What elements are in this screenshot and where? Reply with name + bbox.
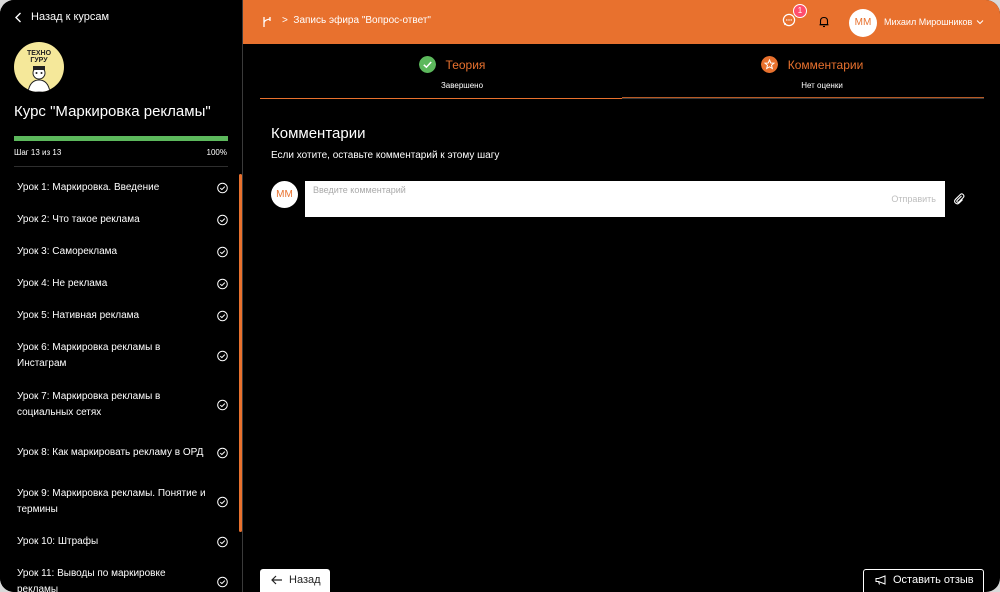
back-button[interactable]: Назад xyxy=(260,569,330,592)
lesson-label: Урок 9: Маркировка рекламы. Понятие и те… xyxy=(17,487,206,515)
lesson-item[interactable]: Урок 4: Не реклама xyxy=(0,268,240,300)
user-name: Михаил Мирошников xyxy=(884,17,973,27)
lesson-label: Урок 8: Как маркировать рекламу в ОРД xyxy=(17,447,204,458)
check-circle-icon xyxy=(217,496,228,507)
lesson-label: Урок 10: Штрафы xyxy=(17,536,99,547)
lesson-label: Урок 5: Нативная реклама xyxy=(17,310,140,321)
check-circle-icon xyxy=(217,310,228,322)
check-circle-icon xyxy=(418,56,436,73)
tab-theory[interactable]: Теория Завершено xyxy=(272,56,632,90)
breadcrumb-current: Запись эфира "Вопрос-ответ" xyxy=(293,15,431,26)
check-circle-icon xyxy=(217,182,228,194)
notification-badge: 1 xyxy=(793,4,807,18)
lesson-label: Урок 7: Маркировка рекламы в социальных … xyxy=(17,390,161,418)
chevron-down-icon xyxy=(976,20,984,25)
tab-comments[interactable]: Комментарии Нет оценки xyxy=(632,56,992,90)
breadcrumb-separator: > xyxy=(282,15,288,26)
lesson-item[interactable]: Урок 2: Что такое реклама xyxy=(0,204,240,236)
breadcrumb[interactable]: > Запись эфира "Вопрос-ответ" xyxy=(282,15,431,26)
send-button[interactable]: Отправить xyxy=(891,194,936,204)
comment-avatar: ММ xyxy=(271,181,298,208)
comments-subtitle: Если хотите, оставьте комментарий к этом… xyxy=(271,150,500,161)
tab-underline-comments xyxy=(622,97,984,98)
svg-text:ТЕХНО: ТЕХНО xyxy=(27,50,52,57)
svg-text:ГУРУ: ГУРУ xyxy=(30,57,48,64)
progress-percent-text: 100% xyxy=(206,148,227,157)
lesson-item[interactable]: Урок 3: Самореклама xyxy=(0,236,240,268)
lesson-label: Урок 11: Выводы по маркировке рекламы xyxy=(17,568,166,592)
chevron-left-icon xyxy=(15,12,21,22)
lesson-item[interactable]: Урок 1: Маркировка. Введение xyxy=(0,172,240,204)
comment-box: Отправить xyxy=(305,181,945,217)
comment-input[interactable] xyxy=(313,185,873,195)
lesson-label: Урок 1: Маркировка. Введение xyxy=(17,182,160,193)
user-avatar[interactable]: ММ xyxy=(849,9,877,37)
check-circle-icon xyxy=(217,350,228,362)
star-circle-icon xyxy=(760,56,778,73)
megaphone-icon xyxy=(875,575,886,585)
back-to-courses-label: Назад к курсам xyxy=(31,11,110,23)
tab-comments-label: Комментарии xyxy=(787,57,864,72)
lesson-item[interactable]: Урок 8: Как маркировать рекламу в ОРД xyxy=(0,429,240,477)
course-title: Курс "Маркировка рекламы" xyxy=(14,103,211,120)
check-circle-icon xyxy=(217,536,228,548)
sidebar: Назад к курсам ТЕХНО ГУРУ Курс "Маркиров… xyxy=(0,0,243,592)
course-logo: ТЕХНО ГУРУ xyxy=(14,42,64,92)
tab-theory-label: Теория xyxy=(445,57,486,72)
lesson-item[interactable]: Урок 10: Штрафы xyxy=(0,526,240,558)
leave-review-label: Оставить отзыв xyxy=(893,574,974,586)
lesson-label: Урок 6: Маркировка рекламы в Инстаграм xyxy=(17,342,161,369)
lesson-item[interactable]: Урок 6: Маркировка рекламы в Инстаграм xyxy=(0,332,240,380)
bell-icon[interactable] xyxy=(818,15,830,28)
lesson-list: Урок 1: Маркировка. Введение Урок 2: Что… xyxy=(0,172,240,592)
check-circle-icon xyxy=(217,278,228,290)
branch-icon xyxy=(263,17,271,27)
progress-step-text: Шаг 13 из 13 xyxy=(14,148,62,157)
lesson-label: Урок 2: Что такое реклама xyxy=(17,214,140,225)
check-circle-icon xyxy=(217,576,228,588)
check-circle-icon xyxy=(217,399,228,410)
app-frame: Назад к курсам ТЕХНО ГУРУ Курс "Маркиров… xyxy=(0,0,1000,592)
lesson-item[interactable]: Урок 9: Маркировка рекламы. Понятие и те… xyxy=(0,477,240,526)
tab-theory-status: Завершено xyxy=(440,81,484,90)
top-bar: > Запись эфира "Вопрос-ответ" 1 ММ Михаи… xyxy=(243,0,1000,44)
paperclip-icon[interactable] xyxy=(953,192,965,205)
tab-underline-theory xyxy=(260,98,622,99)
user-menu[interactable]: Михаил Мирошников xyxy=(884,17,984,27)
comments-title: Комментарии xyxy=(271,125,366,142)
course-progress-bar xyxy=(14,136,228,141)
course-progress-fill xyxy=(14,136,228,141)
check-circle-icon xyxy=(217,447,228,459)
back-button-label: Назад xyxy=(289,574,321,586)
lesson-item[interactable]: Урок 5: Нативная реклама xyxy=(0,300,240,332)
sidebar-divider xyxy=(14,166,228,167)
leave-review-button[interactable]: Оставить отзыв xyxy=(863,569,984,592)
lesson-item[interactable]: Урок 7: Маркировка рекламы в социальных … xyxy=(0,380,240,429)
check-circle-icon xyxy=(217,214,228,226)
sidebar-scrollbar[interactable] xyxy=(239,174,242,532)
lesson-label: Урок 4: Не реклама xyxy=(17,278,108,289)
lesson-label: Урок 3: Самореклама xyxy=(17,246,118,257)
tab-comments-status: Нет оценки xyxy=(801,81,843,90)
back-to-courses-link[interactable]: Назад к курсам xyxy=(14,11,109,23)
check-circle-icon xyxy=(217,246,228,258)
lesson-item[interactable]: Урок 11: Выводы по маркировке рекламы xyxy=(0,558,240,592)
arrow-left-icon xyxy=(271,575,282,585)
